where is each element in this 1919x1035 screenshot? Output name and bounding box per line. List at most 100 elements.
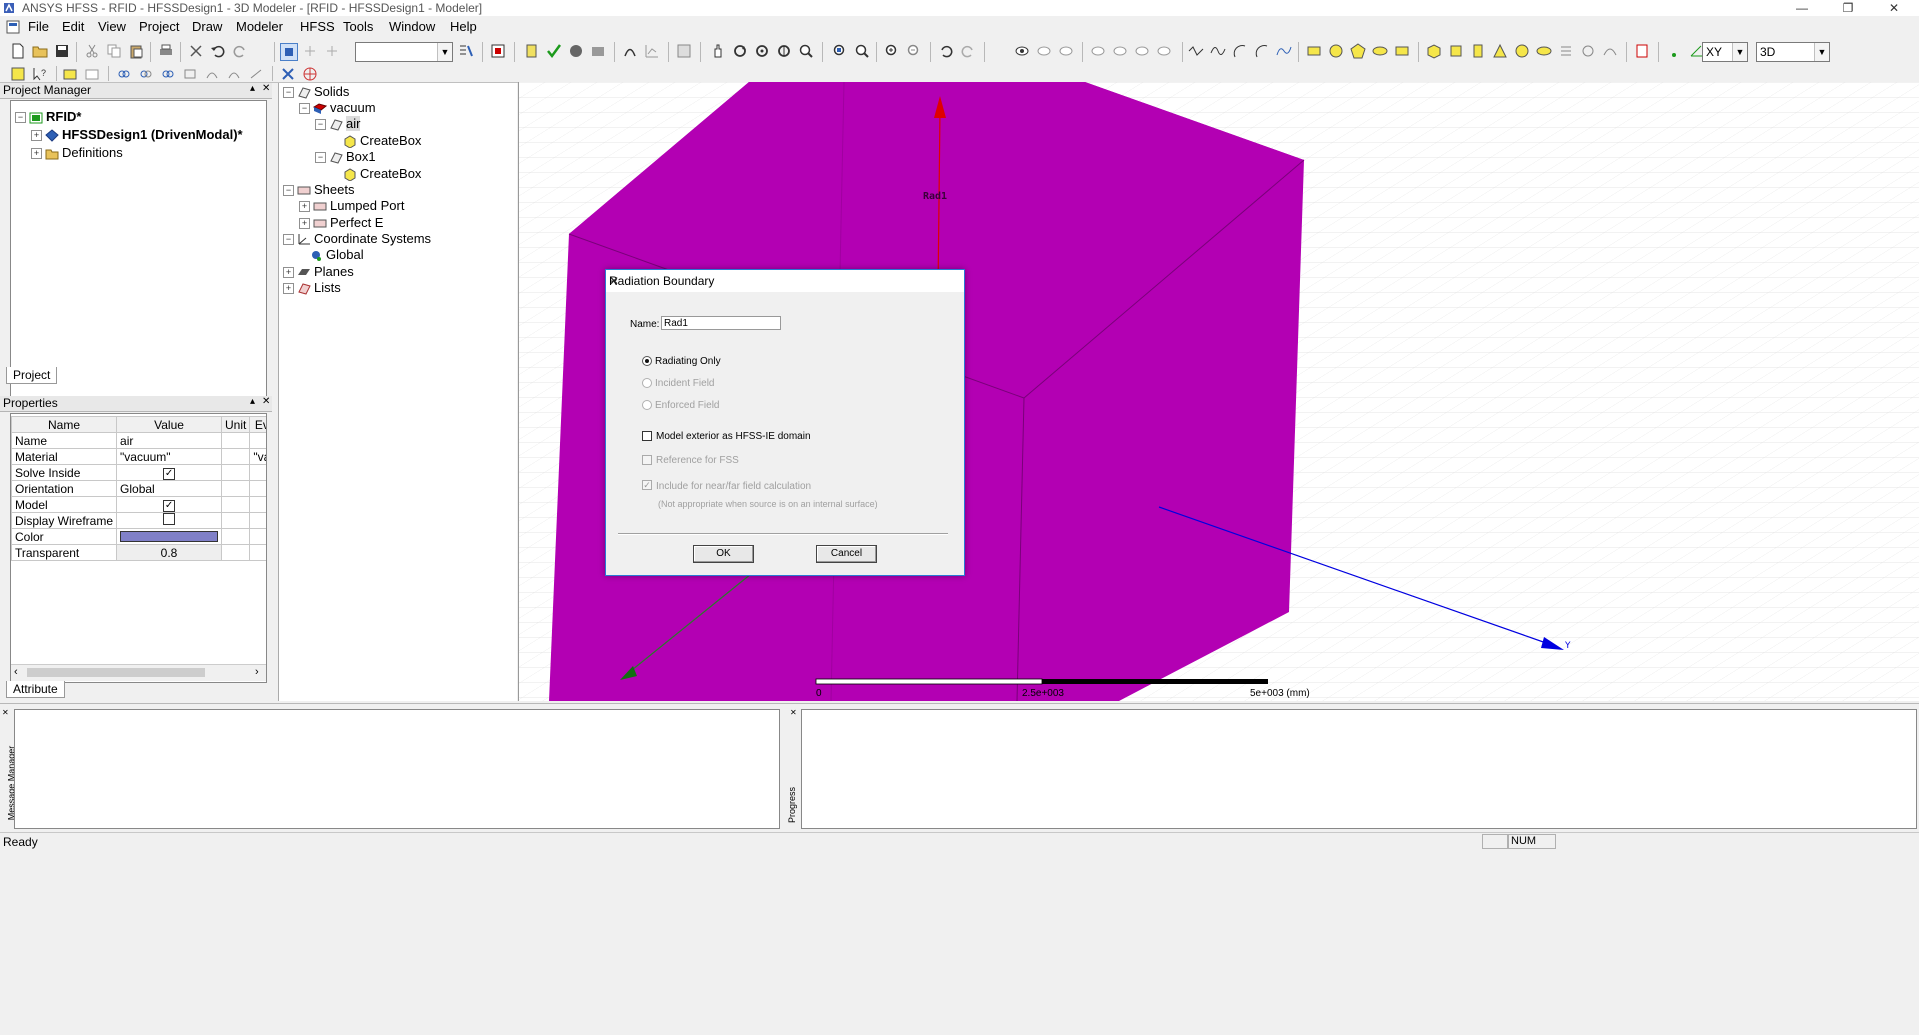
table-row[interactable]: Display Wireframe [11,512,266,529]
draw-cylinder-icon[interactable] [1448,43,1464,59]
collapse-icon[interactable]: − [283,185,294,197]
radiation-icon[interactable] [302,66,318,82]
collapse-icon[interactable]: − [315,152,326,164]
tree-item-coordinate-systems[interactable]: − Coordinate Systems [283,230,431,247]
draw-sphere-icon[interactable] [1514,43,1530,59]
expand-icon[interactable]: + [283,283,294,295]
draw-torus-icon[interactable] [1536,43,1552,59]
prop-value[interactable]: Global [116,480,223,497]
show-all-icon[interactable] [1036,43,1052,59]
unite-icon[interactable] [116,66,132,82]
assign-material-icon[interactable] [524,43,540,59]
tree-item-design[interactable]: + HFSSDesign1 (DrivenModal)* [31,126,243,143]
table-row[interactable]: Orientation Global [11,480,266,497]
menu-edit[interactable]: Edit [62,19,84,34]
solve-inside-checkbox[interactable]: ✓ [163,468,176,480]
split-icon[interactable] [182,66,198,82]
draw-ellipse-icon[interactable] [1372,43,1388,59]
table-row[interactable]: Model ✓ [11,496,266,513]
undo-icon[interactable] [210,43,226,59]
menu-draw[interactable]: Draw [192,19,222,34]
tree-item-definitions[interactable]: + Definitions [31,144,123,161]
document-icon[interactable] [6,20,20,34]
minimize-button[interactable]: — [1779,0,1825,16]
cancel-button[interactable]: Cancel [816,545,877,563]
table-row[interactable]: Material"vacuum" "va [11,448,266,465]
draw-spline-icon[interactable] [1210,43,1226,59]
restore-button[interactable]: ❐ [1825,0,1871,16]
view-redo-icon[interactable] [960,43,976,59]
zoom-icon[interactable] [798,43,814,59]
rotate-local-icon[interactable] [754,43,770,59]
draw-regular-polyhedron-icon[interactable] [1470,43,1486,59]
selection-filter-combo[interactable]: ▼ [355,42,453,62]
tree-item-solids[interactable]: − Solids [283,83,349,100]
sweep-icon[interactable] [204,66,220,82]
measure-icon[interactable] [490,43,506,59]
select-by-name-icon[interactable] [458,43,474,59]
boundary-name-input[interactable] [661,316,781,330]
prop-value[interactable]: air [116,432,223,449]
fields-icon[interactable] [622,43,638,59]
design-properties-icon[interactable] [676,43,692,59]
model-exterior-checkbox[interactable] [642,431,652,441]
draw-rectangle-icon[interactable] [1306,43,1322,59]
tree-item-sheets[interactable]: − Sheets [283,181,354,198]
collapse-icon[interactable]: − [299,103,310,115]
expand-icon[interactable]: + [31,130,42,142]
color-swatch[interactable] [120,531,219,542]
select-object-icon[interactable] [280,43,298,61]
display-wireframe-checkbox[interactable] [163,513,176,525]
tab-attribute[interactable]: Attribute [6,681,65,698]
panel-pin-icon[interactable]: ▴ [250,83,255,94]
draw-polygon-icon[interactable] [1350,43,1366,59]
expand-icon[interactable]: + [283,267,294,279]
draw-spiral-icon[interactable] [1580,43,1596,59]
tree-item-createbox-box1[interactable]: CreateBox [343,165,421,182]
collapse-icon[interactable]: − [283,87,294,99]
view-eye-icon[interactable] [1014,43,1030,59]
tree-item-createbox-air[interactable]: CreateBox [343,132,421,149]
save-icon[interactable] [54,43,70,59]
draw-equation-surface-icon[interactable] [1394,43,1410,59]
tree-item-rfid[interactable]: − RFID* [15,108,81,125]
tree-item-planes[interactable]: + Planes [283,263,354,280]
scroll-right-icon[interactable]: › [255,666,259,678]
reference-fss-checkbox[interactable] [642,455,652,465]
delete-icon[interactable] [188,43,204,59]
assign-boundary-icon[interactable] [280,66,296,82]
panel-pin-icon[interactable]: ▴ [250,396,255,407]
collapse-icon[interactable]: − [15,112,26,124]
panel-close-icon[interactable]: ✕ [262,83,270,94]
expand-icon[interactable]: + [31,148,42,160]
create-region-icon[interactable] [1634,43,1650,59]
model-checkbox[interactable]: ✓ [163,500,176,512]
near-far-checkbox[interactable]: ✓ [642,480,652,490]
menu-window[interactable]: Window [389,19,435,34]
tree-item-vacuum[interactable]: − vacuum [299,99,376,116]
progress-panel[interactable] [801,709,1917,829]
menu-file[interactable]: File [28,19,49,34]
message-manager-panel[interactable] [14,709,780,829]
tree-item-lists[interactable]: + Lists [283,279,341,296]
scrollbar-thumb[interactable] [27,668,205,677]
plot-icon[interactable] [644,43,660,59]
show-active-icon[interactable] [1134,43,1150,59]
draw-arc-icon[interactable] [1232,43,1248,59]
collapse-icon[interactable]: − [283,234,294,246]
menu-hfss[interactable]: HFSS [300,19,335,34]
draw-equation-curve-icon[interactable] [1276,43,1292,59]
draw-box-icon[interactable] [1426,43,1442,59]
hide-selection-icon[interactable] [1112,43,1128,59]
table-row[interactable]: Color [11,528,266,545]
menu-view[interactable]: View [98,19,126,34]
expand-icon[interactable]: + [299,218,310,230]
drawing-mode-combo[interactable]: 3D ▼ [1756,42,1830,62]
draw-line-icon[interactable] [1188,43,1204,59]
new-file-icon[interactable] [10,43,26,59]
dialog-close-icon[interactable]: ✕ [609,274,958,288]
table-row[interactable]: Transparent 0.8 [11,544,266,561]
horizontal-scrollbar[interactable]: ‹ › [11,664,266,681]
results-icon[interactable] [590,43,606,59]
tree-item-box1[interactable]: − Box1 [315,148,376,165]
